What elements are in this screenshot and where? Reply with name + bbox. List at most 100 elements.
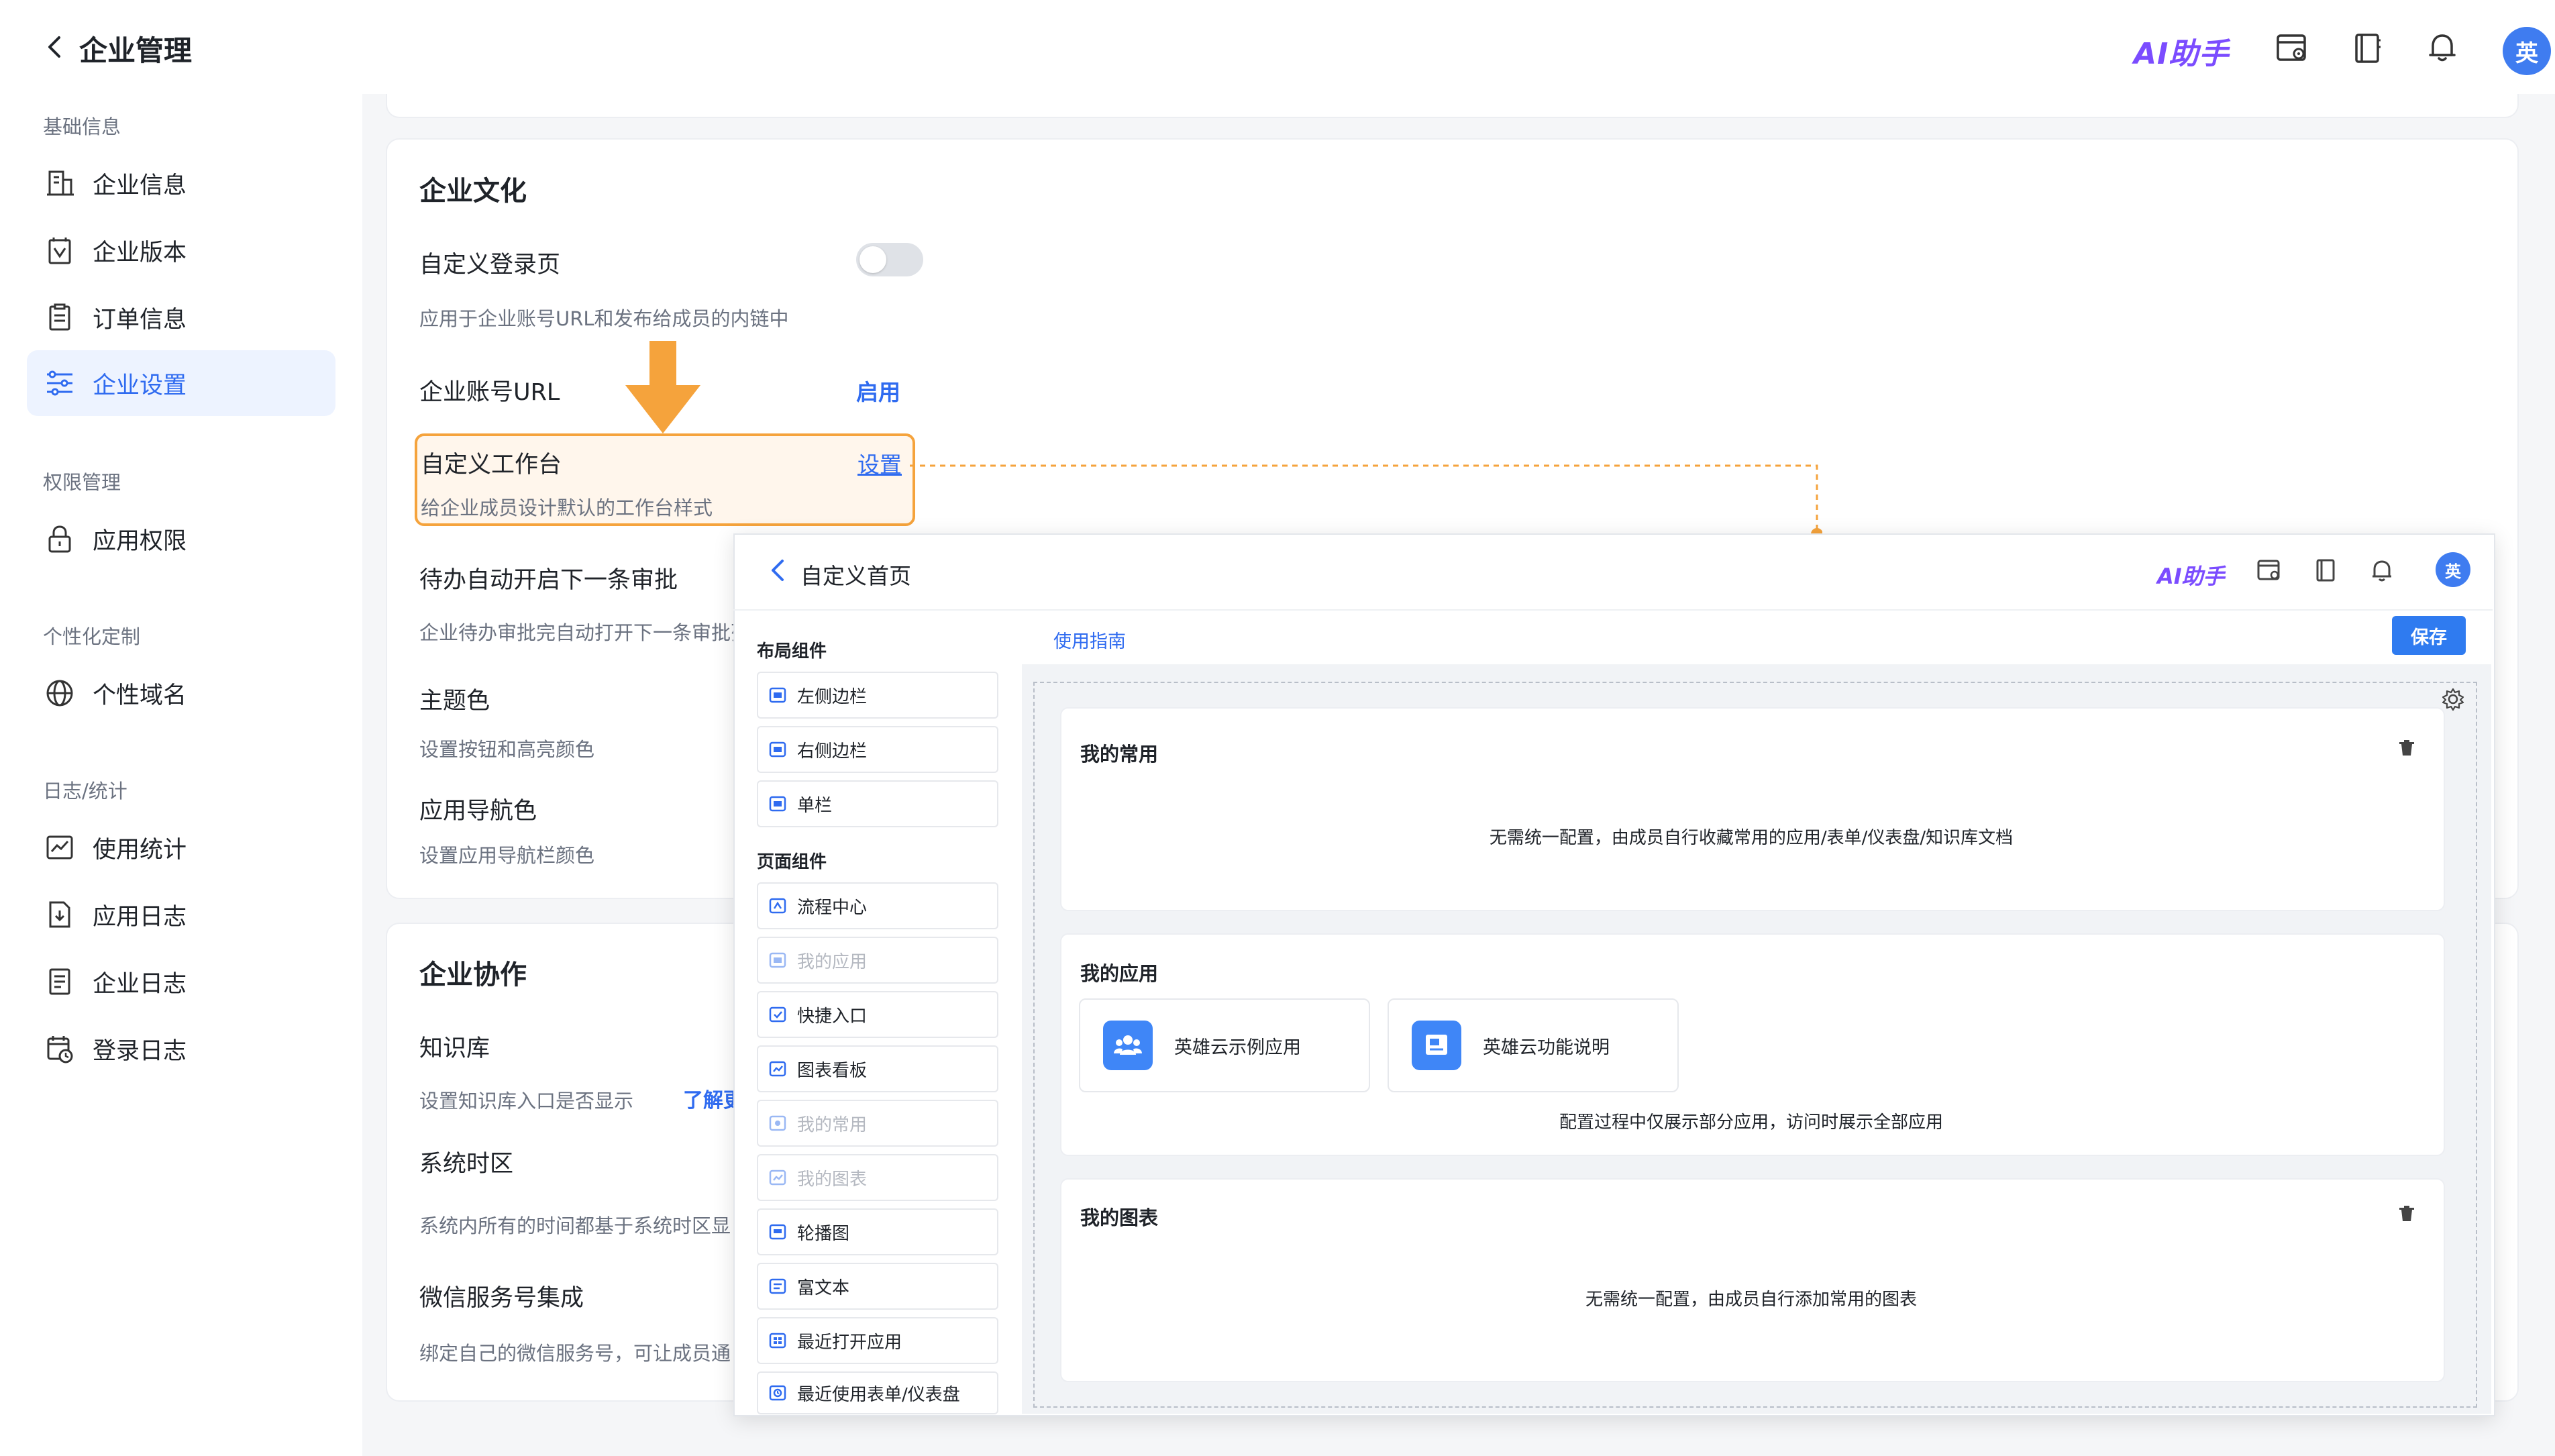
wechat-label: 微信服务号集成 xyxy=(419,1285,584,1312)
component-chart-icon xyxy=(769,1169,786,1186)
component-layout-icon xyxy=(769,741,786,758)
culture-section-title: 企业文化 xyxy=(419,176,527,207)
account-url-enable-link[interactable]: 启用 xyxy=(856,374,900,407)
component-quick-icon xyxy=(769,1006,786,1023)
component-common-icon xyxy=(769,1114,786,1132)
page-title: 企业管理 xyxy=(79,34,193,67)
custom-workbench-settings-link[interactable]: 设置 xyxy=(857,447,902,479)
previous-settings-card xyxy=(386,94,2519,118)
component-carousel[interactable]: 轮播图 xyxy=(757,1208,998,1255)
collab-section-title: 企业协作 xyxy=(419,959,527,990)
sidebar-item-company-settings[interactable]: 企业设置 xyxy=(27,350,335,416)
component-label: 我的图表 xyxy=(797,1169,868,1190)
custom-login-toggle[interactable] xyxy=(856,243,923,276)
nav-color-desc: 设置应用导航栏颜色 xyxy=(419,844,595,867)
version-icon xyxy=(44,235,75,266)
component-clock-icon xyxy=(769,1384,786,1402)
sidebar-item-app-log[interactable]: 应用日志 xyxy=(27,882,335,947)
app-window-icon[interactable] xyxy=(2275,31,2309,66)
sidebar-item-label: 企业信息 xyxy=(93,172,187,199)
widget-my-charts[interactable] xyxy=(1060,1178,2445,1382)
component-right-sidebar[interactable]: 右侧边栏 xyxy=(757,726,998,773)
component-recent-apps[interactable]: 最近打开应用 xyxy=(757,1317,998,1364)
delete-trash-icon[interactable] xyxy=(2397,1204,2417,1224)
app-tile-label: 英雄云功能说明 xyxy=(1483,1037,1610,1058)
panel-app-window-icon[interactable] xyxy=(2256,557,2283,584)
component-label: 左侧边栏 xyxy=(797,686,868,707)
component-layout-icon xyxy=(769,795,786,813)
widget-my-common[interactable] xyxy=(1060,707,2445,911)
panel-ai-assistant-button[interactable]: AI助手 xyxy=(2157,560,2225,590)
sidebar-item-order-info[interactable]: 订单信息 xyxy=(27,284,335,350)
panel-book-icon[interactable] xyxy=(2312,557,2339,584)
sidebar-item-label: 订单信息 xyxy=(93,306,187,333)
timezone-desc: 系统内所有的时间都基于系统时区显 xyxy=(419,1214,731,1237)
panel-header-divider xyxy=(733,609,2493,611)
component-label: 最近打开应用 xyxy=(797,1332,902,1353)
lock-icon xyxy=(44,523,75,554)
sidebar-item-app-permissions[interactable]: 应用权限 xyxy=(27,506,335,572)
component-label: 轮播图 xyxy=(797,1223,850,1244)
document-app-icon xyxy=(1412,1021,1461,1070)
sidebar-item-label: 企业版本 xyxy=(93,239,187,266)
timezone-label: 系统时区 xyxy=(419,1151,514,1178)
custom-login-label: 自定义登录页 xyxy=(419,252,561,278)
component-label: 右侧边栏 xyxy=(797,741,868,762)
widget-my-common-title: 我的常用 xyxy=(1080,743,1159,766)
component-layout-icon xyxy=(769,686,786,704)
ai-assistant-button[interactable]: AI助手 xyxy=(2134,30,2229,72)
component-label: 富文本 xyxy=(797,1278,850,1298)
doc-log-icon xyxy=(44,966,75,997)
connector-line xyxy=(910,463,1822,543)
layout-settings-gear-icon[interactable] xyxy=(2441,687,2465,711)
component-label: 我的应用 xyxy=(797,951,868,972)
component-grid-icon xyxy=(769,1332,786,1349)
sidebar-item-label: 企业日志 xyxy=(93,970,187,998)
component-quick-entry[interactable]: 快捷入口 xyxy=(757,991,998,1038)
down-arrow-indicator-icon xyxy=(623,341,703,435)
knowledge-label: 知识库 xyxy=(419,1035,490,1062)
back-arrow-icon[interactable] xyxy=(40,32,70,62)
sidebar-item-custom-domain[interactable]: 个性域名 xyxy=(27,660,335,726)
sidebar-item-company-log[interactable]: 企业日志 xyxy=(27,949,335,1015)
component-rich-text[interactable]: 富文本 xyxy=(757,1263,998,1310)
panel-avatar[interactable]: 英 xyxy=(2436,552,2470,587)
delete-trash-icon[interactable] xyxy=(2397,738,2417,758)
avatar[interactable]: 英 xyxy=(2503,27,2551,75)
chart-line-icon xyxy=(44,832,75,863)
sidebar-item-usage-stats[interactable]: 使用统计 xyxy=(27,815,335,880)
sidebar-item-company-info[interactable]: 企业信息 xyxy=(27,150,335,216)
component-apps-icon xyxy=(769,951,786,969)
component-label: 单栏 xyxy=(797,795,833,816)
sidebar-item-label: 登录日志 xyxy=(93,1037,187,1065)
sidebar-item-company-version[interactable]: 企业版本 xyxy=(27,217,335,283)
component-recent-forms[interactable]: 最近使用表单/仪表盘 xyxy=(757,1371,998,1414)
account-url-label: 企业账号URL xyxy=(419,379,560,406)
usage-guide-link[interactable]: 使用指南 xyxy=(1053,627,1126,653)
component-left-sidebar[interactable]: 左侧边栏 xyxy=(757,672,998,719)
app-tile-example[interactable]: 英雄云示例应用 xyxy=(1079,998,1370,1092)
custom-login-desc: 应用于企业账号URL和发布给成员的内链中 xyxy=(419,307,789,330)
save-button[interactable]: 保存 xyxy=(2392,616,2466,655)
component-single-column[interactable]: 单栏 xyxy=(757,780,998,827)
panel-back-arrow-icon[interactable] xyxy=(765,556,792,585)
auto-next-label: 待办自动开启下一条审批 xyxy=(419,567,678,594)
panel-bell-icon[interactable] xyxy=(2368,557,2395,584)
sidebar-item-login-log[interactable]: 登录日志 xyxy=(27,1016,335,1082)
app-tile-feature-guide[interactable]: 英雄云功能说明 xyxy=(1388,998,1679,1092)
component-label: 流程中心 xyxy=(797,897,868,918)
sidebar-item-label: 企业设置 xyxy=(93,372,187,399)
component-chart-icon xyxy=(769,1060,786,1078)
component-chart-board[interactable]: 图表看板 xyxy=(757,1045,998,1092)
book-icon[interactable] xyxy=(2350,31,2385,66)
app-log-icon xyxy=(44,899,75,930)
sidebar-section-customization: 个性化定制 xyxy=(43,625,141,648)
page-components-title: 页面组件 xyxy=(757,852,827,872)
component-process-center[interactable]: 流程中心 xyxy=(757,882,998,929)
bell-icon[interactable] xyxy=(2425,30,2460,64)
theme-color-label: 主题色 xyxy=(419,688,490,715)
widget-my-common-desc: 无需统一配置，由成员自行收藏常用的应用/表单/仪表盘/知识库文档 xyxy=(1489,828,2014,848)
order-icon xyxy=(44,302,75,333)
knowledge-desc: 设置知识库入口是否显示 xyxy=(419,1090,634,1112)
custom-workbench-desc: 给企业成员设计默认的工作台样式 xyxy=(421,497,713,519)
